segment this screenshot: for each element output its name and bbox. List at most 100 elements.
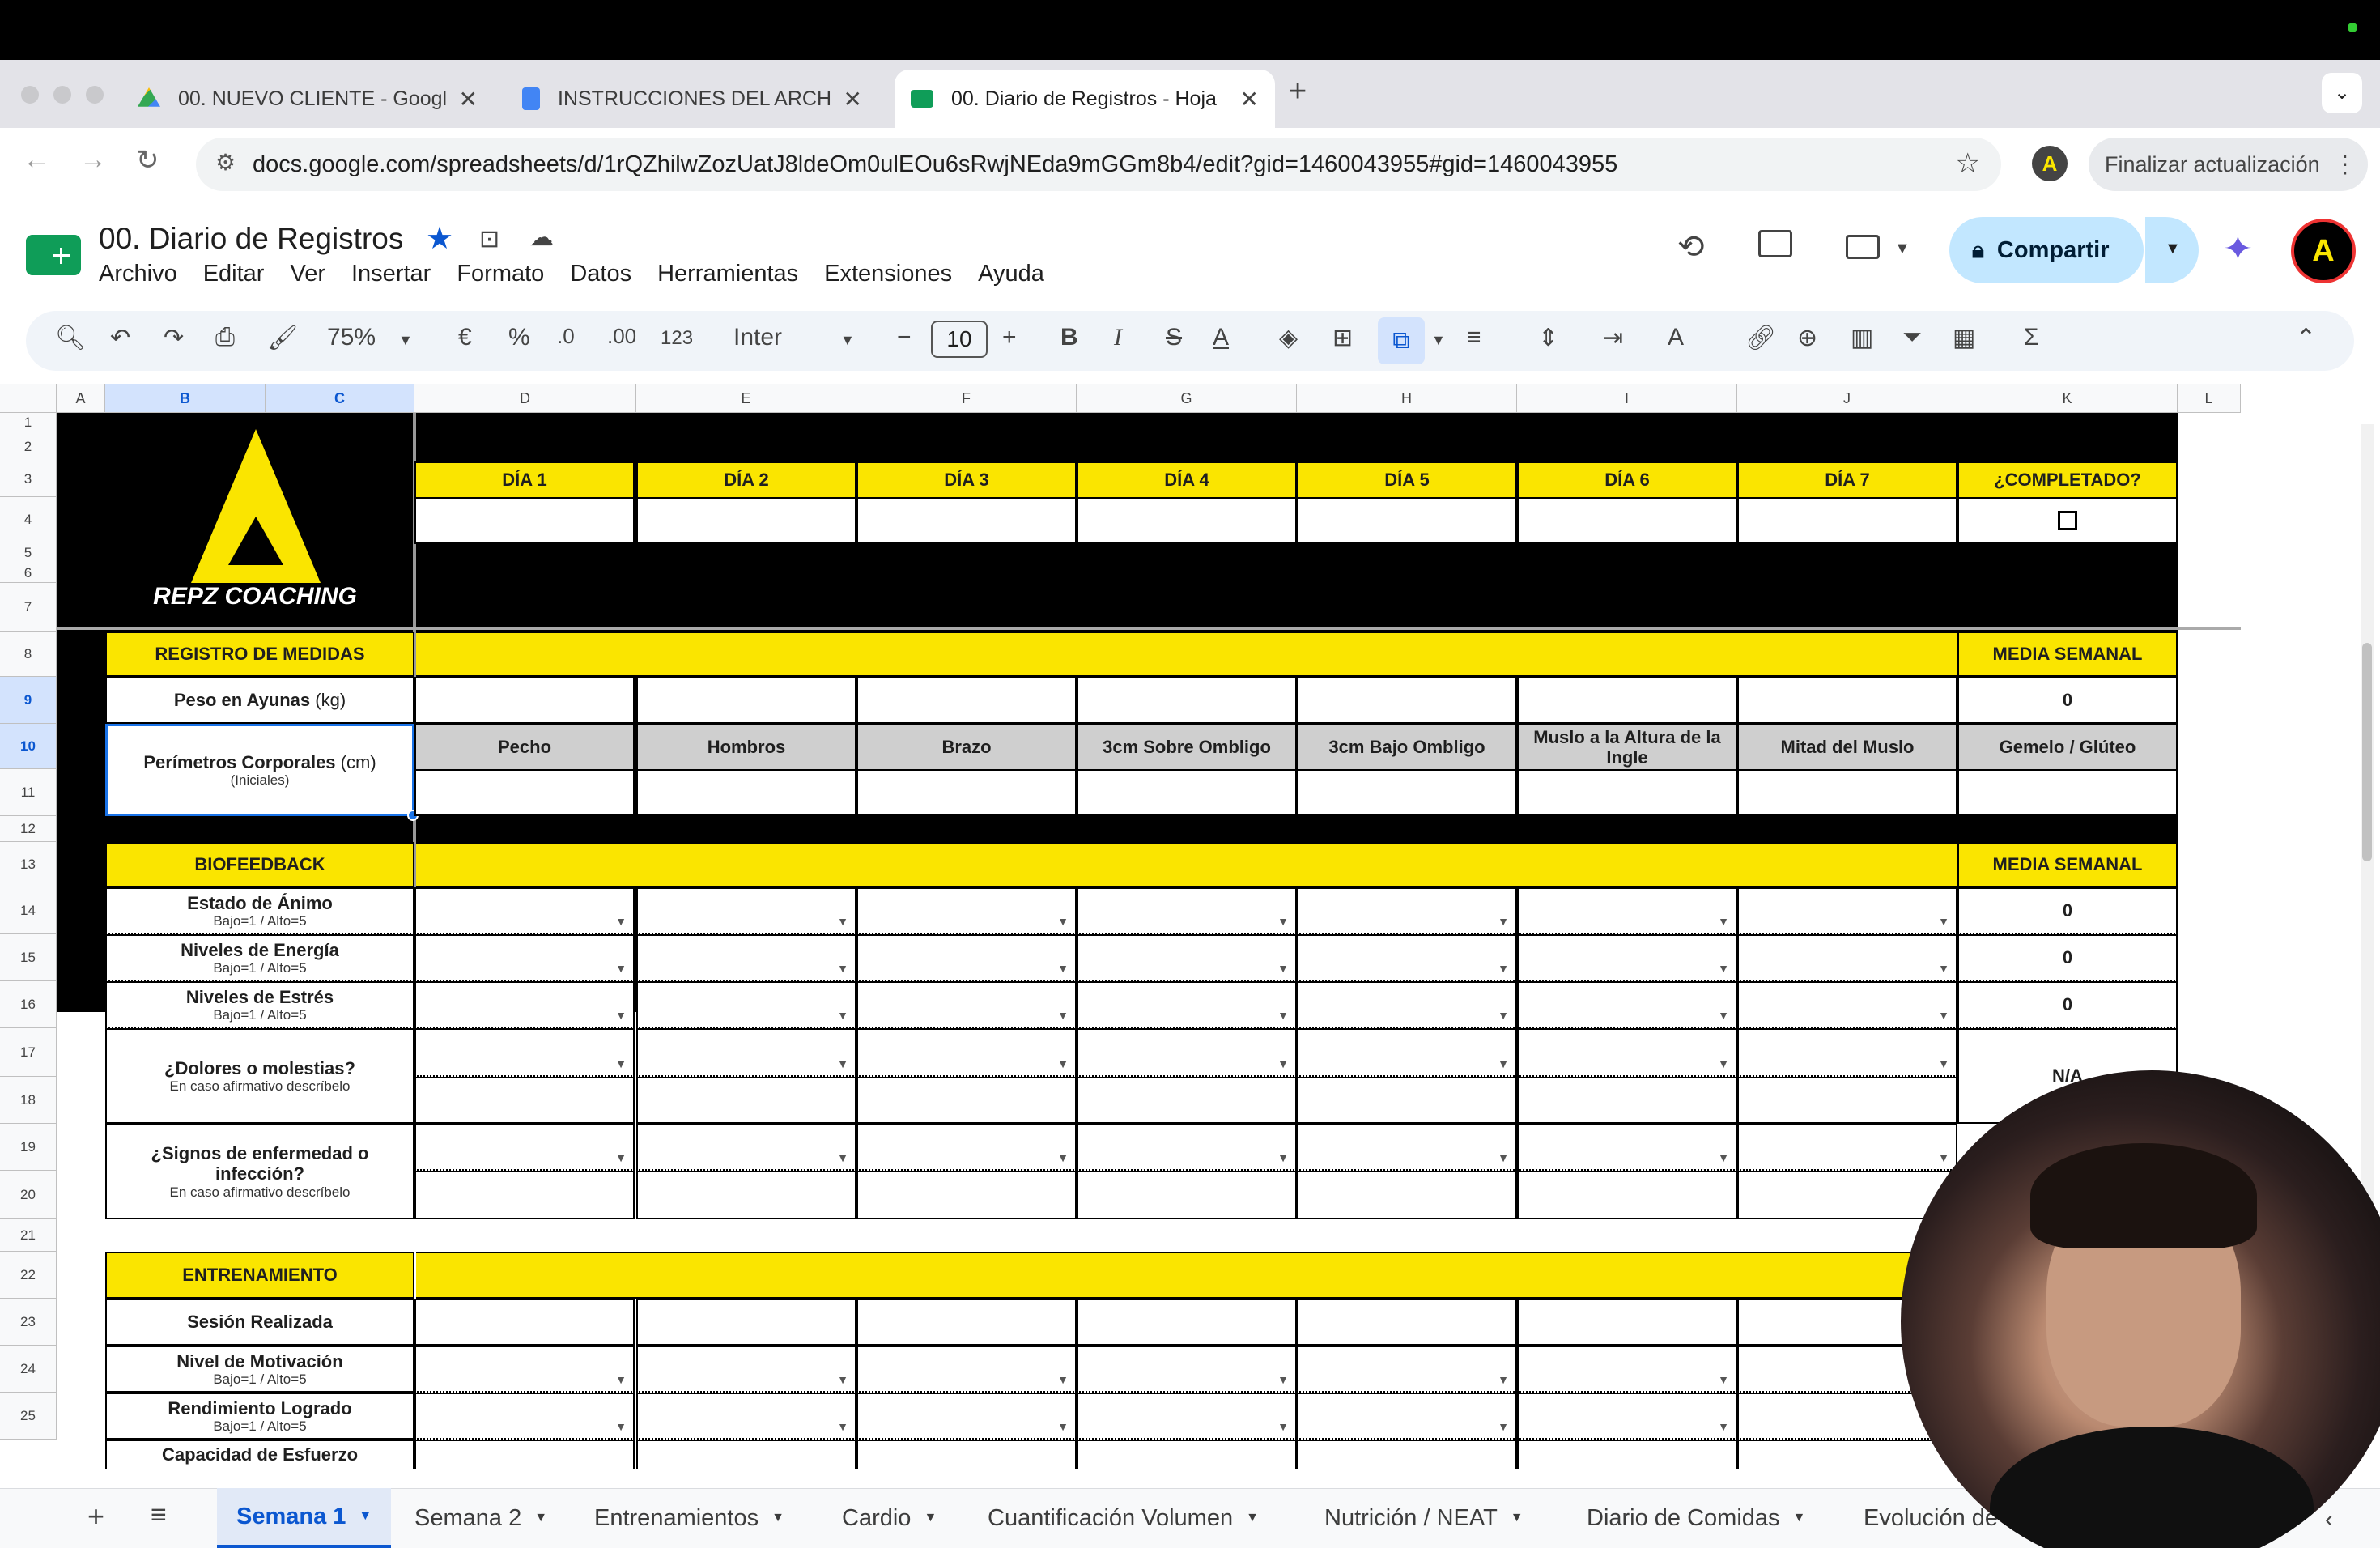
training-day-dropdown[interactable]: ▼: [1517, 1393, 1737, 1440]
column-header[interactable]: A: [57, 384, 105, 413]
dolores-day-dropdown[interactable]: ▼: [1517, 1028, 1737, 1077]
perimetro-header[interactable]: Pecho: [414, 724, 635, 771]
signos-description-cell[interactable]: [414, 1171, 635, 1219]
dropdown-arrow-icon[interactable]: ▼: [1718, 915, 1729, 928]
peso-day-cell[interactable]: [1517, 677, 1737, 724]
dropdown-arrow-icon[interactable]: ▼: [615, 1420, 627, 1433]
bio-day-dropdown[interactable]: ▼: [856, 887, 1077, 934]
perimetro-input-cell[interactable]: [1957, 769, 2178, 816]
row-header[interactable]: 7: [0, 583, 57, 632]
percent-format-button[interactable]: %: [508, 324, 530, 351]
capacidad-label[interactable]: Capacidad de Esfuerzo: [105, 1440, 414, 1469]
training-day-dropdown[interactable]: ▼: [1297, 1440, 1517, 1469]
menu-archivo[interactable]: Archivo: [99, 261, 177, 287]
browser-tab-2[interactable]: INSTRUCCIONES DEL ARCHI ✕: [506, 70, 878, 128]
dolores-day-dropdown[interactable]: ▼: [1737, 1028, 1957, 1077]
dropdown-arrow-icon[interactable]: ▼: [1277, 1373, 1289, 1386]
day-checkin-cell[interactable]: [1077, 497, 1297, 544]
dolores-day-dropdown[interactable]: ▼: [1077, 1028, 1297, 1077]
peso-day-cell[interactable]: [1077, 677, 1297, 724]
sesion-day-cell[interactable]: [1077, 1299, 1297, 1346]
dropdown-arrow-icon[interactable]: ▼: [1718, 1151, 1729, 1164]
share-button[interactable]: 🔒︎ Compartir: [1949, 217, 2144, 283]
dropdown-arrow-icon[interactable]: ▼: [1277, 1151, 1289, 1164]
day-checkin-cell[interactable]: [1737, 497, 1957, 544]
dropdown-arrow-icon[interactable]: ▼: [1718, 962, 1729, 975]
insert-chart-icon[interactable]: ▥: [1851, 324, 1873, 352]
signos-description-cell[interactable]: [1517, 1171, 1737, 1219]
signos-description-cell[interactable]: [856, 1171, 1077, 1219]
perimetro-input-cell[interactable]: [1517, 769, 1737, 816]
dropdown-arrow-icon[interactable]: ▼: [615, 1151, 627, 1164]
perimetro-header[interactable]: Hombros: [636, 724, 856, 771]
dropdown-arrow-icon[interactable]: ▼: [1057, 1420, 1069, 1433]
dropdown-arrow-icon[interactable]: ▼: [1718, 1057, 1729, 1070]
signos-day-dropdown[interactable]: ▼: [636, 1124, 856, 1171]
document-title[interactable]: 00. Diario de Registros: [99, 222, 403, 256]
chevron-down-icon[interactable]: ▼: [840, 332, 855, 349]
increase-font-size-icon[interactable]: +: [1002, 324, 1017, 351]
training-day-dropdown[interactable]: ▼: [414, 1440, 635, 1469]
peso-day-cell[interactable]: [856, 677, 1077, 724]
peso-day-cell[interactable]: [1737, 677, 1957, 724]
decrease-font-size-icon[interactable]: −: [897, 324, 912, 351]
training-day-dropdown[interactable]: ▼: [636, 1393, 856, 1440]
signos-day-dropdown[interactable]: ▼: [414, 1124, 635, 1171]
add-sheet-icon[interactable]: +: [87, 1499, 104, 1533]
perimetro-input-cell[interactable]: [1077, 769, 1297, 816]
account-avatar[interactable]: A: [2291, 219, 2356, 283]
dropdown-arrow-icon[interactable]: ▼: [1057, 1373, 1069, 1386]
dropdown-arrow-icon[interactable]: ▼: [615, 1009, 627, 1022]
signos-description-cell[interactable]: [636, 1171, 856, 1219]
chevron-down-icon[interactable]: ▼: [1894, 240, 1910, 258]
fill-color-icon[interactable]: ◈: [1279, 324, 1298, 352]
biofeedback-header[interactable]: BIOFEEDBACK: [105, 842, 414, 887]
completed-cell[interactable]: [1957, 497, 2178, 544]
perimetro-header[interactable]: Brazo: [856, 724, 1077, 771]
sheet-tab-semana-1[interactable]: Semana 1 ▼: [217, 1488, 392, 1548]
back-icon[interactable]: ←: [23, 144, 50, 176]
bio-day-dropdown[interactable]: ▼: [414, 981, 635, 1028]
medidas-header[interactable]: REGISTRO DE MEDIDAS: [105, 632, 414, 677]
training-day-dropdown[interactable]: ▼: [856, 1346, 1077, 1393]
dropdown-arrow-icon[interactable]: ▼: [615, 915, 627, 928]
new-tab-icon[interactable]: +: [1289, 74, 1307, 109]
bio-day-dropdown[interactable]: ▼: [636, 887, 856, 934]
day-header[interactable]: DÍA 5: [1297, 461, 1517, 499]
training-day-dropdown[interactable]: ▼: [1297, 1393, 1517, 1440]
bio-day-dropdown[interactable]: ▼: [1077, 887, 1297, 934]
dropdown-arrow-icon[interactable]: ▼: [837, 1373, 848, 1386]
bio-day-dropdown[interactable]: ▼: [856, 981, 1077, 1028]
row-header[interactable]: 15: [0, 934, 57, 981]
rendimiento-label-cell[interactable]: Rendimiento Logrado Bajo=1 / Alto=5: [105, 1393, 414, 1440]
row-header[interactable]: 4: [0, 497, 57, 542]
text-wrapping-icon[interactable]: ⇥: [1603, 324, 1623, 352]
column-header[interactable]: B: [105, 384, 266, 413]
dropdown-arrow-icon[interactable]: ▼: [1277, 962, 1289, 975]
dolores-description-cell[interactable]: [1737, 1077, 1957, 1124]
peso-media-value[interactable]: 0: [1957, 677, 2178, 724]
training-day-dropdown[interactable]: ▼: [1517, 1440, 1737, 1469]
dolores-day-dropdown[interactable]: ▼: [856, 1028, 1077, 1077]
borders-icon[interactable]: ⊞: [1332, 324, 1353, 352]
dropdown-arrow-icon[interactable]: ▼: [1057, 962, 1069, 975]
meet-icon[interactable]: [1846, 235, 1880, 259]
bookmark-star-icon[interactable]: ☆: [1956, 147, 1980, 180]
entrenamiento-header[interactable]: ENTRENAMIENTO: [105, 1252, 414, 1299]
bio-day-dropdown[interactable]: ▼: [414, 934, 635, 981]
dropdown-arrow-icon[interactable]: ▼: [837, 1420, 848, 1433]
perimetro-header[interactable]: 3cm Sobre Ombligo: [1077, 724, 1297, 771]
dropdown-arrow-icon[interactable]: ▼: [1938, 1057, 1949, 1070]
signos-label-cell[interactable]: ¿Signos de enfermedad o infección? En ca…: [105, 1124, 414, 1219]
chevron-down-icon[interactable]: ▼: [398, 332, 413, 349]
functions-icon[interactable]: Σ: [2024, 324, 2039, 351]
bio-day-dropdown[interactable]: ▼: [414, 887, 635, 934]
redo-icon[interactable]: ↷: [164, 324, 184, 352]
bio-media-value[interactable]: 0: [1957, 981, 2178, 1028]
bio-label-cell[interactable]: Estado de Ánimo Bajo=1 / Alto=5: [105, 887, 414, 934]
bio-day-dropdown[interactable]: ▼: [1297, 934, 1517, 981]
media-semanal-header[interactable]: MEDIA SEMANAL: [1957, 842, 2178, 887]
perimetro-input-cell[interactable]: [414, 769, 635, 816]
bio-day-dropdown[interactable]: ▼: [636, 934, 856, 981]
increase-decimal-button[interactable]: .00: [607, 324, 636, 349]
